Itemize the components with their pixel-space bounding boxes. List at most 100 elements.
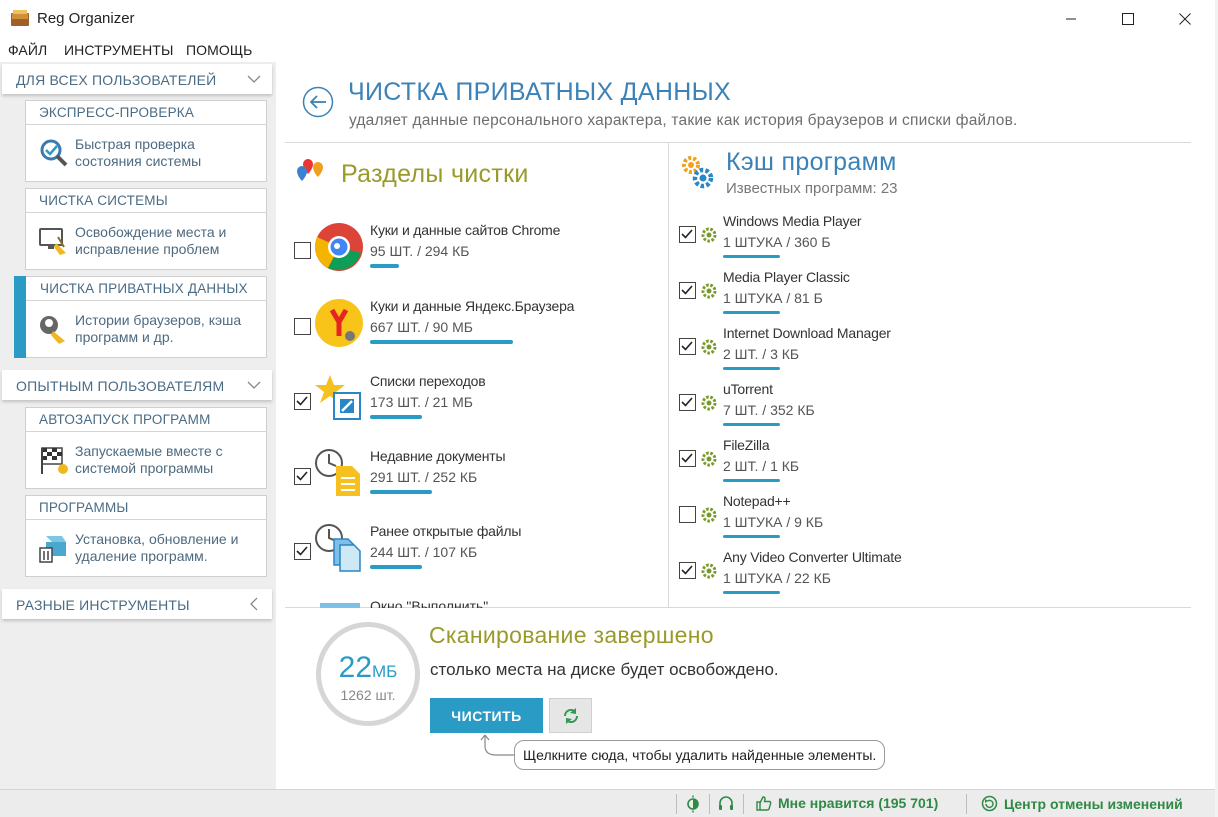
size-bar [370,340,513,344]
sidebar-card-express-check[interactable]: ЭКСПРЕСС-ПРОВЕРКА Быстрая проверка состо… [25,100,267,182]
cache-item[interactable]: Notepad++ 1 ШТУКА / 9 КБ [678,490,1178,546]
startup-flag-icon [41,447,68,474]
rescan-button[interactable] [549,698,592,733]
gear-icon [701,227,717,243]
sidebar: ДЛЯ ВСЕХ ПОЛЬЗОВАТЕЛЕЙ ЭКСПРЕСС-ПРОВЕРКА… [0,62,276,790]
size-bar [370,565,422,569]
chrome-icon [314,223,363,271]
cache-item[interactable]: FileZilla 2 ШТ. / 1 КБ [678,434,1178,490]
item-count: 7 ШТ. / 352 КБ [723,402,815,418]
gear-icon [701,395,717,411]
size-bar [370,264,399,268]
chevron-left-icon [250,597,258,611]
cache-item[interactable]: Windows Media Player 1 ШТУКА / 360 Б [678,210,1178,266]
clean-button[interactable]: ЧИСТИТЬ [430,698,543,733]
cache-item[interactable]: Internet Download Manager 2 ШТ. / 3 КБ [678,322,1178,378]
like-button[interactable]: Мне нравится (195 701) [756,795,938,811]
clean-item-yandex[interactable]: Куки и данные Яндекс.Браузера 667 ШТ. / … [292,292,662,362]
recent-docs-icon [315,449,360,496]
card-description: Установка, обновление и удаление програм… [75,531,239,564]
checkbox-unchecked[interactable] [294,318,311,335]
item-count: 1 ШТУКА / 81 Б [723,290,823,306]
sidebar-card-private-data[interactable]: ЧИСТКА ПРИВАТНЫХ ДАННЫХ Истории браузеро… [14,276,267,358]
minimize-icon [1066,18,1076,20]
maximize-icon [1122,13,1134,25]
magnifier-check-icon [40,139,68,167]
checkbox-checked[interactable] [679,394,696,411]
checkbox-checked[interactable] [294,468,311,485]
run-window-icon [320,603,360,608]
chevron-down-icon [247,75,261,83]
checkmark-icon [681,453,693,463]
sidebar-section-all-users[interactable]: ДЛЯ ВСЕХ ПОЛЬЗОВАТЕЛЕЙ [2,64,272,94]
item-name: Media Player Classic [723,269,850,285]
checkmark-icon [681,565,693,575]
checkmark-icon [681,341,693,351]
sidebar-card-system-cleaning[interactable]: ЧИСТКА СИСТЕМЫ Освобождение места и испр… [25,188,267,270]
theme-toggle-icon[interactable] [684,795,702,813]
size-bar [723,591,780,594]
checkbox-unchecked[interactable] [679,506,696,523]
gear-icon [701,451,717,467]
card-description: Быстрая проверка состояния системы [75,136,202,169]
menu-tools[interactable]: ИНСТРУМЕНТЫ [64,42,173,58]
recent-files-icon [315,524,361,572]
checkbox-checked[interactable] [679,282,696,299]
support-headset-icon[interactable] [717,795,735,813]
active-indicator [14,276,26,358]
page-title: ЧИСТКА ПРИВАТНЫХ ДАННЫХ [348,78,731,106]
checkbox-checked[interactable] [679,562,696,579]
sidebar-section-advanced-users[interactable]: ОПЫТНЫМ ПОЛЬЗОВАТЕЛЯМ [2,370,272,400]
cache-subtitle: Известных программ: 23 [726,180,898,197]
monitor-broom-icon [39,228,66,255]
clean-item-jumplists[interactable]: Списки переходов 173 ШТ. / 21 МБ [292,367,662,437]
app-icon [11,10,29,26]
cache-item[interactable]: Media Player Classic 1 ШТУКА / 81 Б [678,266,1178,322]
yandex-browser-icon [315,299,363,347]
clean-item-recent-files[interactable]: Ранее открытые файлы 244 ШТ. / 107 КБ [292,517,662,587]
undo-center-button[interactable]: Центр отмены изменений [981,795,1183,812]
status-divider [966,794,967,814]
size-bar [723,311,780,314]
scan-status-subtitle: столько места на диске будет освобождено… [430,660,779,679]
chevron-down-icon [247,381,261,389]
checkbox-checked[interactable] [679,338,696,355]
checkbox-checked[interactable] [679,226,696,243]
size-bar [723,255,780,258]
like-label: Мне нравится (195 701) [778,795,939,811]
menu-file[interactable]: ФАЙЛ [8,42,47,58]
checkbox-checked[interactable] [294,393,311,410]
clean-item-chrome[interactable]: Куки и данные сайтов Chrome 95 ШТ. / 294… [292,216,662,286]
status-divider [709,794,710,814]
status-bar: Мне нравится (195 701) Центр отмены изме… [0,789,1218,817]
sidebar-section-misc-tools[interactable]: РАЗНЫЕ ИНСТРУМЕНТЫ [2,589,272,619]
minimize-button[interactable] [1042,0,1100,38]
gear-icon [701,563,717,579]
sidebar-section-label: РАЗНЫЕ ИНСТРУМЕНТЫ [16,597,190,613]
checkbox-checked[interactable] [679,450,696,467]
checkbox-checked[interactable] [294,543,311,560]
checkmark-icon [681,397,693,407]
back-arrow-icon[interactable] [302,86,334,118]
menu-bar: ФАЙЛ ИНСТРУМЕНТЫ ПОМОЩЬ [0,38,1218,62]
maximize-button[interactable] [1099,0,1157,38]
cache-item[interactable]: Any Video Converter Ultimate 1 ШТУКА / 22… [678,546,1178,602]
item-count: 1 ШТУКА / 9 КБ [723,514,824,530]
refresh-icon [563,707,578,724]
sidebar-card-programs[interactable]: ПРОГРАММЫ Установка, обновление и удален… [25,495,267,577]
sidebar-card-startup[interactable]: АВТОЗАПУСК ПРОГРАММ Запускаемые вместе с… [25,407,267,489]
size-unit: МБ [372,662,398,681]
item-count: 1 ШТУКА / 22 КБ [723,570,831,586]
clean-item-run-window[interactable]: Окно "Выполнить" [292,598,662,608]
menu-help[interactable]: ПОМОЩЬ [186,42,252,58]
close-button[interactable] [1156,0,1214,38]
gear-icon [701,339,717,355]
items-count: 1262 шт. [340,687,396,703]
cache-item[interactable]: uTorrent 7 ШТ. / 352 КБ [678,378,1178,434]
checkbox-unchecked[interactable] [294,242,311,259]
card-heading: ЧИСТКА ПРИВАТНЫХ ДАННЫХ [25,277,266,301]
clean-item-recent-docs[interactable]: Недавние документы 291 ШТ. / 252 КБ [292,442,662,512]
item-name: Окно "Выполнить" [370,598,489,608]
gears-icon [682,156,714,189]
item-name: FileZilla [723,437,770,453]
